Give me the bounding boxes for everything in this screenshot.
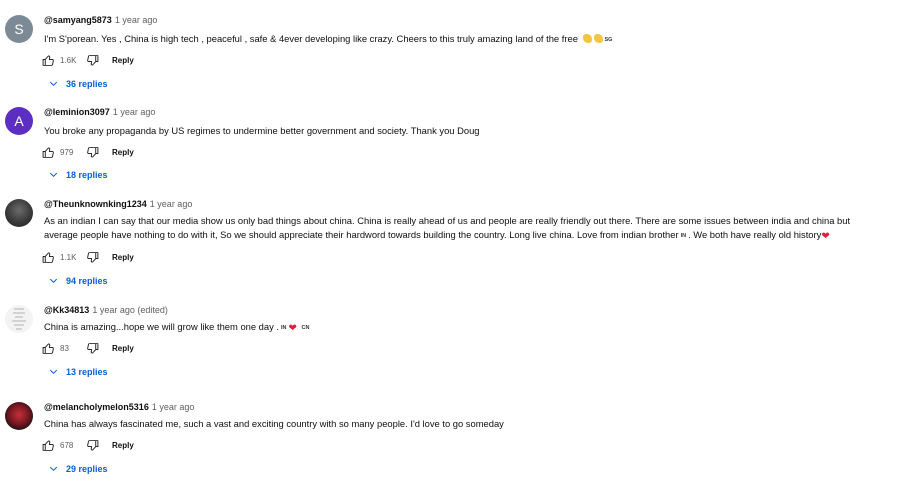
comment-text-body: China is amazing...hope we will grow lik… (44, 321, 280, 332)
comment-text: I'm S'porean. Yes , China is high tech ,… (44, 32, 894, 47)
like-count: 1.1K (60, 252, 77, 262)
comment-text-line: average people have nothing to do with i… (44, 228, 894, 244)
author-handle[interactable]: @melancholymelon5316 (44, 402, 149, 412)
replies-count-label: 13 replies (66, 366, 108, 377)
clapping-hands-icon (593, 34, 603, 43)
comment-text: As an indian I can say that our media sh… (44, 214, 894, 244)
reply-button[interactable]: Reply (112, 253, 134, 262)
comment-text-body: I'm S'porean. Yes , China is high tech ,… (44, 33, 578, 44)
dislike-button[interactable] (86, 251, 99, 264)
flag-label: SG (604, 37, 613, 43)
reply-button[interactable]: Reply (112, 441, 134, 450)
avatar[interactable] (5, 199, 33, 227)
comment-time[interactable]: 1 year ago (edited) (92, 305, 168, 315)
comment-actions: 678 Reply (42, 437, 134, 453)
like-button[interactable] (42, 342, 55, 355)
comment-header: @samyang5873 1 year ago (44, 15, 157, 25)
dislike-button[interactable] (86, 439, 99, 452)
dislike-button[interactable] (86, 54, 99, 67)
dislike-button[interactable] (86, 342, 99, 355)
reply-button[interactable]: Reply (112, 56, 134, 65)
thumb-down-icon (87, 342, 99, 353)
reply-button[interactable]: Reply (112, 148, 134, 157)
avatar[interactable] (5, 402, 33, 430)
comment-text-line: As an indian I can say that our media sh… (44, 215, 851, 226)
comment-time[interactable]: 1 year ago (152, 402, 195, 412)
comment-header: @leminion3097 1 year ago (44, 107, 155, 117)
thumb-down-icon (87, 251, 99, 262)
chevron-down-icon (49, 369, 58, 375)
comment-header: @Kk34813 1 year ago (edited) (44, 305, 168, 315)
comment-text-body: . We both have really old history (688, 229, 822, 240)
author-handle[interactable]: @leminion3097 (44, 107, 110, 117)
comment-text-body: average people have nothing to do with i… (44, 229, 679, 240)
chevron-down-icon (49, 172, 58, 178)
dislike-button[interactable] (86, 146, 99, 159)
comment-text: China has always fascinated me, such a v… (44, 417, 894, 431)
thumb-down-icon (87, 439, 99, 450)
flag-label: CN (301, 325, 310, 331)
replies-count-label: 29 replies (66, 463, 108, 474)
thumb-up-icon (42, 252, 54, 263)
like-count: 83 (60, 343, 69, 353)
comment-text: China is amazing...hope we will grow lik… (44, 320, 894, 336)
comment-time[interactable]: 1 year ago (150, 199, 193, 209)
view-replies-button[interactable]: 94 replies (48, 275, 108, 286)
like-button[interactable] (42, 251, 55, 264)
view-replies-button[interactable]: 29 replies (48, 463, 108, 474)
comment-actions: 1.1K Reply (42, 249, 134, 265)
thumb-up-icon (42, 343, 54, 354)
like-button[interactable] (42, 54, 55, 67)
like-button[interactable] (42, 146, 55, 159)
comment-header: @melancholymelon5316 1 year ago (44, 402, 194, 412)
reply-button[interactable]: Reply (112, 344, 134, 353)
chevron-down-icon (49, 466, 58, 472)
thumb-down-icon (87, 146, 99, 157)
replies-count-label: 36 replies (66, 78, 108, 89)
author-handle[interactable]: @Theunknownking1234 (44, 199, 147, 209)
replies-count-label: 94 replies (66, 275, 108, 286)
clapping-hands-icon (582, 34, 592, 43)
comment-time[interactable]: 1 year ago (115, 15, 158, 25)
flag-label: IN (680, 233, 687, 239)
thumb-down-icon (87, 54, 99, 65)
view-replies-button[interactable]: 13 replies (48, 366, 108, 377)
like-count: 1.6K (60, 55, 77, 65)
avatar-image (12, 308, 26, 330)
view-replies-button[interactable]: 18 replies (48, 169, 108, 180)
comment-text: You broke any propaganda by US regimes t… (44, 124, 894, 138)
like-button[interactable] (42, 439, 55, 452)
chevron-down-icon (49, 81, 58, 87)
author-handle[interactable]: @samyang5873 (44, 15, 112, 25)
author-handle[interactable]: @Kk34813 (44, 305, 89, 315)
avatar[interactable]: S (5, 15, 33, 43)
chevron-down-icon (49, 278, 58, 284)
comment-time[interactable]: 1 year ago (113, 107, 156, 117)
view-replies-button[interactable]: 36 replies (48, 78, 108, 89)
thumb-up-icon (42, 147, 54, 158)
comment-actions: 83 Reply (42, 340, 134, 356)
comment-actions: 979 Reply (42, 144, 134, 160)
replies-count-label: 18 replies (66, 169, 108, 180)
comment-actions: 1.6K Reply (42, 52, 134, 68)
like-count: 678 (60, 440, 74, 450)
thumb-up-icon (42, 440, 54, 451)
like-count: 979 (60, 147, 74, 157)
red-heart-icon: ❤ (288, 323, 297, 334)
avatar[interactable] (5, 305, 33, 333)
comment-header: @Theunknownking1234 1 year ago (44, 199, 192, 209)
thumb-up-icon (42, 55, 54, 66)
avatar[interactable]: A (5, 107, 33, 135)
flag-label: IN (281, 325, 287, 331)
comment-text-body: You broke any propaganda by US regimes t… (44, 125, 480, 136)
comment-text-body: China has always fascinated me, such a v… (44, 418, 504, 429)
red-heart-icon: ❤ (821, 231, 830, 242)
